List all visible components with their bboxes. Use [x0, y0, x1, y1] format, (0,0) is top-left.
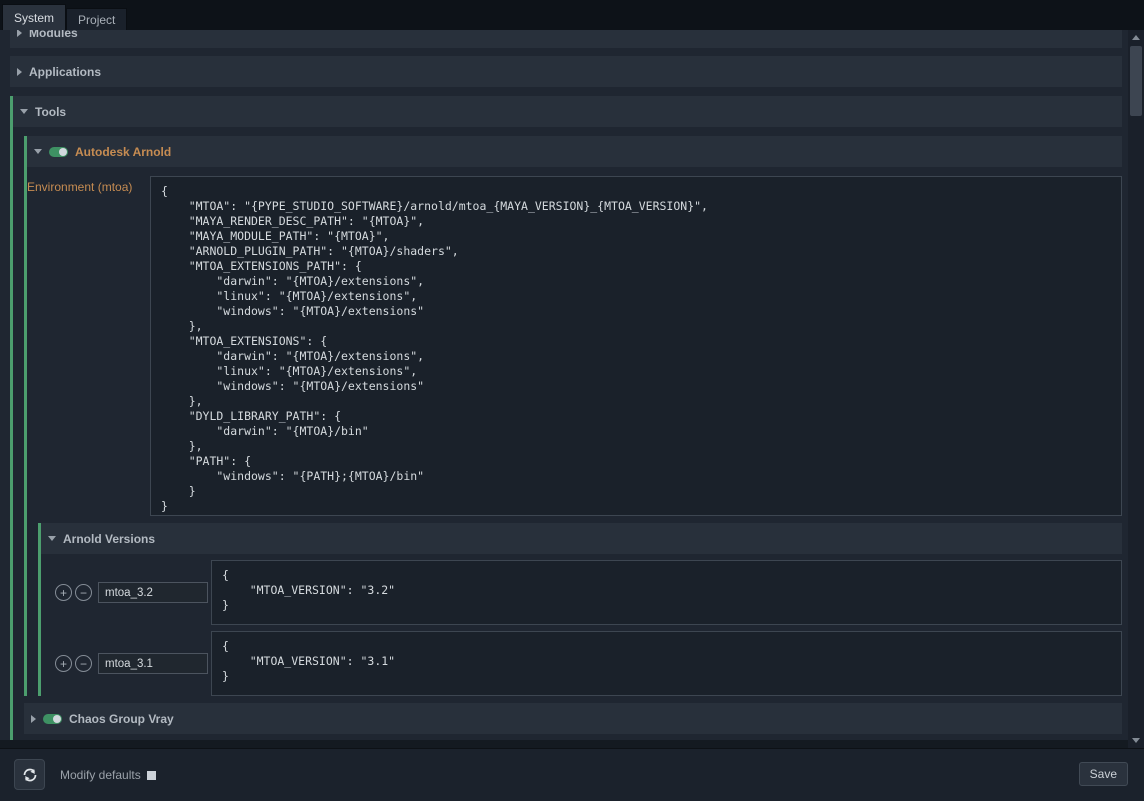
tools-body: Autodesk Arnold Environment (mtoa) { "MT… [13, 127, 1122, 740]
section-applications-label: Applications [29, 65, 101, 79]
tab-system[interactable]: System [2, 4, 66, 30]
tab-bar: System Project [0, 0, 1144, 30]
group-applications: Applications [10, 56, 1122, 87]
group-modules: Modules [10, 30, 1122, 48]
arnold-versions-body: + − { "MTOA_VERSION": "3.2" } + − [41, 554, 1122, 696]
group-vray: Chaos Group Vray [24, 703, 1122, 734]
arrow-up-icon [1132, 35, 1140, 40]
section-vray-label: Chaos Group Vray [69, 712, 174, 726]
version-json-textarea[interactable]: { "MTOA_VERSION": "3.1" } [211, 631, 1122, 696]
toggle-knob [53, 715, 61, 723]
refresh-button[interactable] [14, 759, 45, 790]
tab-project-label: Project [78, 13, 115, 27]
settings-scroll-area: Modules Applications Tools [0, 30, 1128, 740]
version-row: + − { "MTOA_VERSION": "3.1" } [55, 631, 1122, 696]
version-key-input[interactable] [98, 653, 208, 674]
version-json-textarea[interactable]: { "MTOA_VERSION": "3.2" } [211, 560, 1122, 625]
arrow-down-icon [1132, 738, 1140, 743]
section-vray-header[interactable]: Chaos Group Vray [24, 703, 1122, 734]
modify-defaults-checkbox[interactable] [147, 771, 156, 780]
scrollbar-thumb[interactable] [1130, 46, 1142, 116]
group-arnold: Autodesk Arnold Environment (mtoa) { "MT… [24, 136, 1122, 696]
section-applications-header[interactable]: Applications [10, 56, 1122, 87]
section-arnold-header[interactable]: Autodesk Arnold [27, 136, 1122, 167]
save-button[interactable]: Save [1079, 762, 1128, 786]
remove-version-button[interactable]: − [75, 655, 92, 672]
scrollbar-down-button[interactable] [1128, 733, 1144, 748]
footer-bar: Modify defaults Save [0, 748, 1144, 801]
env-mtoa-label: Environment (mtoa) [27, 176, 146, 194]
section-modules-label: Modules [29, 30, 78, 40]
section-arnold-label: Autodesk Arnold [75, 145, 171, 159]
add-version-button[interactable]: + [55, 655, 72, 672]
section-tools-header[interactable]: Tools [13, 96, 1122, 127]
scrollbar-up-button[interactable] [1128, 30, 1144, 45]
version-row: + − { "MTOA_VERSION": "3.2" } [55, 560, 1122, 625]
version-key-input[interactable] [98, 582, 208, 603]
settings-window: System Project Modules Applications Tool [0, 0, 1144, 801]
tab-project[interactable]: Project [66, 8, 127, 30]
section-tools-label: Tools [35, 105, 66, 119]
chevron-right-icon [17, 68, 22, 76]
env-mtoa-textarea[interactable]: { "MTOA": "{PYPE_STUDIO_SOFTWARE}/arnold… [150, 176, 1122, 516]
section-modules-header[interactable]: Modules [10, 30, 1122, 48]
remove-version-button[interactable]: − [75, 584, 92, 601]
toggle-on-icon[interactable] [49, 147, 68, 157]
group-tools: Tools Autodesk Arnold Environment (mtoa) [10, 96, 1122, 740]
section-arnold-versions-label: Arnold Versions [63, 532, 155, 546]
chevron-right-icon [31, 715, 36, 723]
section-arnold-versions-header[interactable]: Arnold Versions [41, 523, 1122, 554]
tab-system-label: System [14, 11, 54, 25]
chevron-down-icon [34, 149, 42, 154]
toggle-knob [59, 148, 67, 156]
chevron-down-icon [48, 536, 56, 541]
chevron-right-icon [17, 30, 22, 37]
modify-defaults-label: Modify defaults [60, 768, 141, 782]
scrollbar[interactable] [1128, 30, 1144, 748]
environment-row: Environment (mtoa) { "MTOA": "{PYPE_STUD… [27, 176, 1122, 516]
toggle-on-icon[interactable] [43, 714, 62, 724]
group-arnold-versions: Arnold Versions + − { "MTOA_VERSION": "3… [38, 523, 1122, 696]
add-version-button[interactable]: + [55, 584, 72, 601]
arnold-body: Environment (mtoa) { "MTOA": "{PYPE_STUD… [27, 167, 1122, 696]
refresh-icon [21, 766, 39, 784]
chevron-down-icon [20, 109, 28, 114]
